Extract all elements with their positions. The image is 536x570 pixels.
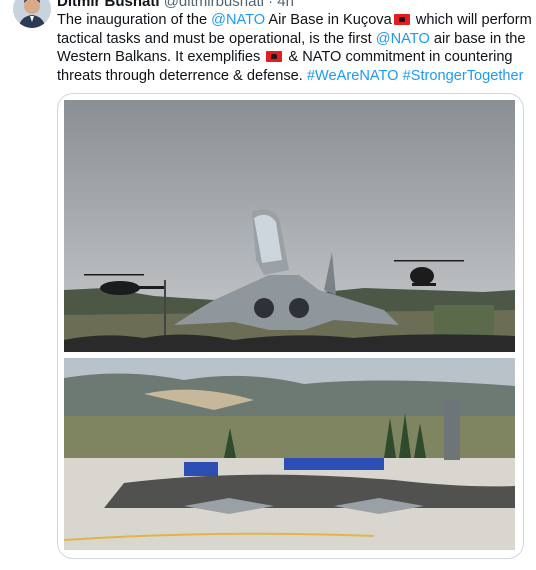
tweet-text-line: threats through deterrence & defense. #W… <box>57 67 527 86</box>
text-span: Air Base in Kuçova <box>265 12 392 28</box>
mention-link[interactable]: @NATO <box>211 12 265 28</box>
albania-flag-icon <box>393 14 410 25</box>
author-name[interactable]: Ditmir Bushati <box>57 0 160 10</box>
avatar[interactable] <box>13 0 51 28</box>
text-span: tactical tasks and must be operational, … <box>57 30 376 47</box>
albania-flag-icon <box>266 51 283 63</box>
text-span: air base in the <box>429 30 526 47</box>
text-span: Western Balkans. It exemplifies <box>57 49 265 66</box>
media-grid[interactable] <box>57 93 524 559</box>
photo-eurofighter-and-helicopters[interactable] <box>64 100 515 352</box>
tweet[interactable]: Ditmir Bushati @ditmirbushati · 4h The i… <box>0 0 536 570</box>
author-handle[interactable]: @ditmirbushati <box>164 0 264 10</box>
text-span: & NATO commitment in countering <box>284 49 513 66</box>
hashtag-link[interactable]: #WeAreNATO <box>307 68 399 84</box>
tweet-text-line: The inauguration of the @NATO Air Base i… <box>57 11 532 30</box>
text-span: The inauguration of the <box>57 12 212 28</box>
text-span: threats through deterrence & defense. <box>57 67 307 84</box>
tweet-time[interactable]: 4h <box>277 0 294 10</box>
tweet-text-line: tactical tasks and must be operational, … <box>57 30 527 49</box>
mention-link[interactable]: @NATO <box>376 31 430 47</box>
tweet-text: The inauguration of the @NATO Air Base i… <box>57 11 532 86</box>
photo-airbase-ceremony-aerial[interactable] <box>64 358 515 550</box>
text-span: which will perform <box>411 12 532 28</box>
hashtag-link[interactable]: #StrongerTogether <box>403 68 524 84</box>
separator-dot: · <box>268 0 274 10</box>
tweet-header: Ditmir Bushati @ditmirbushati · 4h <box>57 0 294 10</box>
tweet-text-line: Western Balkans. It exemplifies & NATO c… <box>57 48 527 67</box>
